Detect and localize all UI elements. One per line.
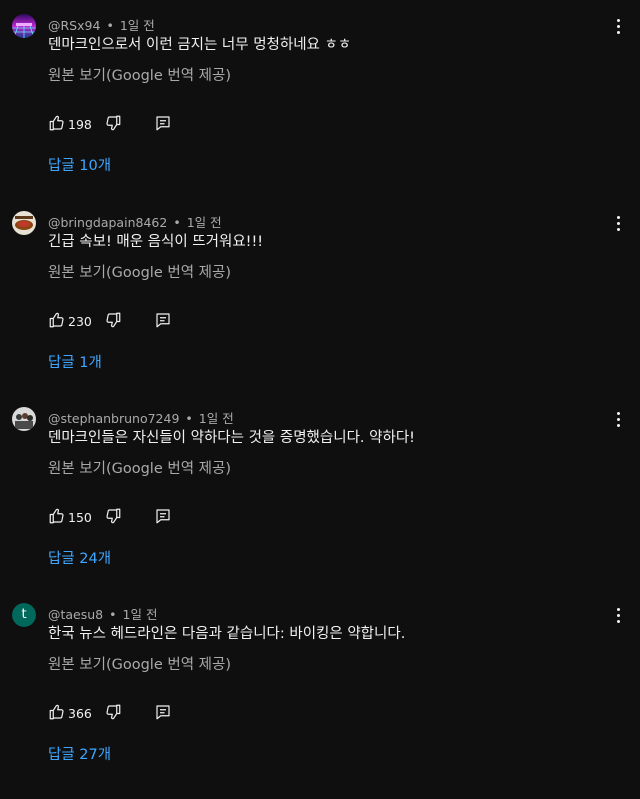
reply-button[interactable]: [154, 310, 172, 330]
letter-avatar-icon: t: [12, 603, 36, 627]
comment-thread: @bringdapain8462 • 1일 전 긴급 속보! 매운 음식이 뜨거워요…: [0, 211, 640, 407]
see-original-link[interactable]: 원본 보기(Google 번역 제공): [48, 64, 231, 88]
view-replies-button[interactable]: 답글 1개: [48, 351, 102, 375]
author-handle[interactable]: @RSx94: [48, 18, 100, 33]
comment-thread: t @taesu8 • 1일 전 한국 뉴스 헤드라인은 다음과 같습니다: 바이킹…: [0, 603, 640, 799]
timestamp[interactable]: 1일 전: [199, 411, 234, 426]
separator-dot: •: [185, 411, 193, 426]
more-actions-icon[interactable]: [610, 409, 626, 429]
reply-icon: [156, 313, 170, 328]
author-handle[interactable]: @stephanbruno7249: [48, 411, 179, 426]
reply-button[interactable]: [154, 506, 172, 526]
thumbs-up-icon: [49, 704, 64, 720]
reply-button[interactable]: [154, 702, 172, 722]
synthwave-grid-icon: [12, 14, 36, 38]
thumbs-up-icon: [49, 312, 64, 328]
like-button[interactable]: [48, 506, 66, 526]
see-original-link[interactable]: 원본 보기(Google 번역 제공): [48, 653, 231, 677]
comment-text: 한국 뉴스 헤드라인은 다음과 같습니다: 바이킹은 약합니다.: [48, 626, 406, 642]
thumbs-down-icon: [106, 312, 121, 328]
reply-icon: [156, 509, 170, 524]
thumbs-down-icon: [106, 115, 121, 131]
like-button[interactable]: [48, 702, 66, 722]
avatar[interactable]: [12, 407, 36, 431]
view-replies-button[interactable]: 답글 24개: [48, 547, 111, 571]
comment-thread: @RSx94 • 1일 전 덴마크인으로서 이런 금지는 너무 멍청하네요 ㅎㅎ 원…: [0, 14, 640, 210]
separator-dot: •: [109, 607, 117, 622]
thumbs-up-icon: [49, 115, 64, 131]
author-handle[interactable]: @bringdapain8462: [48, 215, 167, 230]
avatar[interactable]: [12, 211, 36, 235]
food-photo-icon: [12, 211, 36, 235]
comment-text: 덴마크인들은 자신들이 약하다는 것을 증명했습니다. 약하다!: [48, 430, 415, 446]
reply-icon: [156, 116, 170, 131]
like-button[interactable]: [48, 310, 66, 330]
comment-text: 덴마크인으로서 이런 금지는 너무 멍청하네요 ㅎㅎ: [48, 37, 352, 53]
reply-button[interactable]: [154, 113, 172, 133]
timestamp[interactable]: 1일 전: [120, 18, 155, 33]
like-count: 230: [68, 314, 92, 329]
view-replies-button[interactable]: 답글 27개: [48, 743, 111, 767]
like-count: 198: [68, 117, 92, 132]
timestamp[interactable]: 1일 전: [187, 215, 222, 230]
dislike-button[interactable]: [104, 310, 122, 330]
see-original-link[interactable]: 원본 보기(Google 번역 제공): [48, 261, 231, 285]
more-actions-icon[interactable]: [610, 16, 626, 36]
group-photo-icon: [12, 407, 36, 431]
see-original-link[interactable]: 원본 보기(Google 번역 제공): [48, 457, 231, 481]
like-button[interactable]: [48, 113, 66, 133]
avatar[interactable]: [12, 14, 36, 38]
thumbs-down-icon: [106, 508, 121, 524]
separator-dot: •: [106, 18, 114, 33]
reply-icon: [156, 705, 170, 720]
more-actions-icon[interactable]: [610, 605, 626, 625]
comment-thread: @stephanbruno7249 • 1일 전 덴마크인들은 자신들이 약하다는 …: [0, 407, 640, 603]
view-replies-button[interactable]: 답글 10개: [48, 154, 111, 178]
thumbs-down-icon: [106, 704, 121, 720]
comment-text: 긴급 속보! 매운 음식이 뜨거워요!!!: [48, 234, 264, 250]
separator-dot: •: [173, 215, 181, 230]
dislike-button[interactable]: [104, 702, 122, 722]
more-actions-icon[interactable]: [610, 213, 626, 233]
like-count: 150: [68, 510, 92, 525]
dislike-button[interactable]: [104, 113, 122, 133]
like-count: 366: [68, 706, 92, 721]
thumbs-up-icon: [49, 508, 64, 524]
avatar[interactable]: t: [12, 603, 36, 627]
timestamp[interactable]: 1일 전: [123, 607, 158, 622]
dislike-button[interactable]: [104, 506, 122, 526]
author-handle[interactable]: @taesu8: [48, 607, 103, 622]
